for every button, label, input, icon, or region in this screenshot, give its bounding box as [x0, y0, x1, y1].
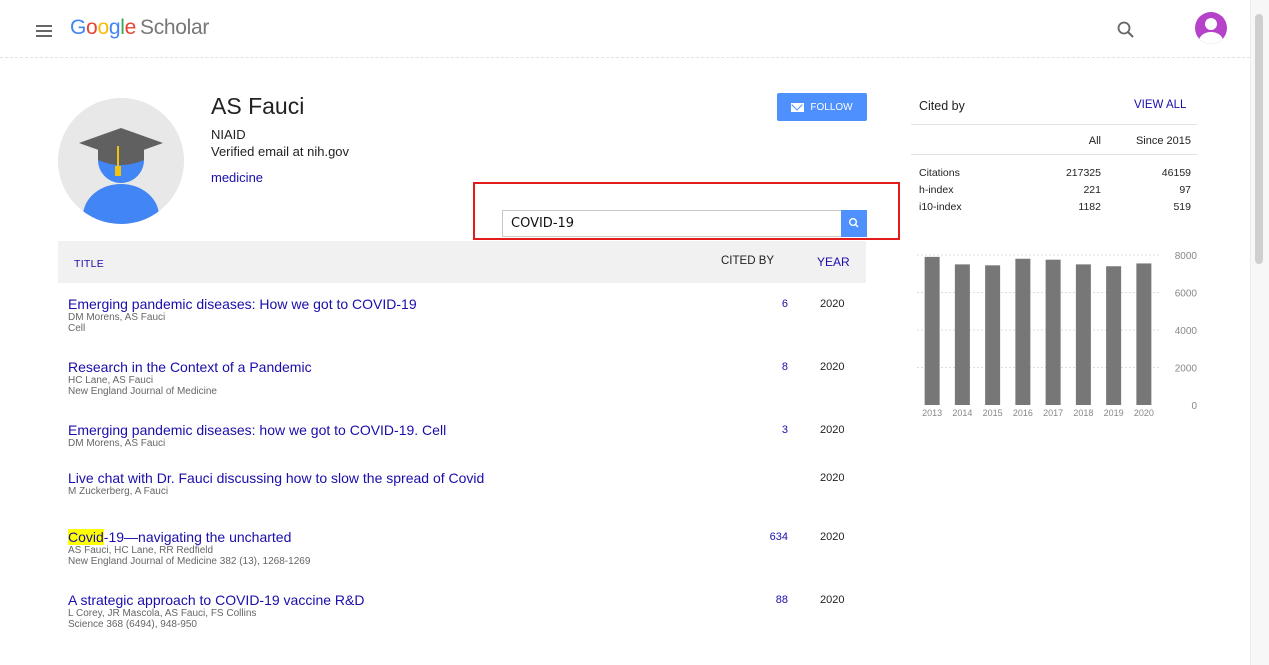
bar-2018[interactable] [1075, 264, 1091, 405]
x-tick-label: 2013 [922, 408, 942, 418]
view-all-link[interactable]: VIEW ALL [1134, 99, 1186, 111]
cited-count[interactable]: 88 [708, 594, 788, 606]
x-tick-label: 2014 [952, 408, 972, 418]
cited-count[interactable]: 634 [708, 531, 788, 543]
article-year: 2020 [820, 361, 845, 373]
article-year: 2020 [820, 298, 845, 310]
i10-index-row: i10-index 1182 519 [919, 201, 1191, 213]
column-since: Since 2015 [1135, 135, 1191, 147]
article-year: 2020 [820, 594, 845, 606]
bar-2020[interactable] [1136, 263, 1152, 405]
search-icon[interactable] [1116, 20, 1136, 40]
article-search-button[interactable] [841, 210, 867, 237]
profile-photo [58, 98, 184, 224]
interest-link[interactable]: medicine [211, 170, 263, 185]
x-tick-label: 2020 [1134, 408, 1154, 418]
x-tick-label: 2018 [1073, 408, 1093, 418]
cited-count[interactable]: 6 [708, 298, 788, 310]
article-title[interactable]: Live chat with Dr. Fauci discussing how … [68, 470, 868, 486]
y-tick-label: 2000 [1175, 364, 1198, 375]
bar-2019[interactable] [1106, 266, 1122, 405]
cited-count[interactable]: 3 [708, 424, 788, 436]
article-venue: New England Journal of Medicine [68, 386, 217, 397]
x-tick-label: 2016 [1013, 408, 1033, 418]
bar-2013[interactable] [924, 256, 940, 405]
article-venue: Science 368 (6494), 948-950 [68, 619, 197, 630]
sort-by-title[interactable]: TITLE [74, 258, 104, 270]
table-row: Covid-19—navigating the uncharted AS Fau… [68, 529, 868, 567]
table-row: Live chat with Dr. Fauci discussing how … [68, 470, 868, 497]
y-tick-label: 4000 [1175, 326, 1198, 337]
profile-email: Verified email at nih.gov [211, 144, 350, 159]
x-tick-label: 2015 [983, 408, 1003, 418]
scrollbar-thumb[interactable] [1255, 14, 1263, 264]
article-venue: New England Journal of Medicine 382 (13)… [68, 556, 311, 567]
table-row: A strategic approach to COVID-19 vaccine… [68, 592, 868, 630]
article-year: 2020 [820, 531, 845, 543]
y-tick-label: 0 [1191, 401, 1197, 412]
logo-scholar-text: Scholar [139, 16, 210, 39]
citations-bar-chart: 8000 6000 4000 2000 0 2013 2014 2015 2016 2017 201… [917, 251, 1198, 418]
article-authors: L Corey, JR Mascola, AS Fauci, FS Collin… [68, 608, 257, 619]
account-avatar[interactable] [1195, 12, 1227, 44]
y-tick-label: 8000 [1175, 251, 1198, 262]
sort-by-year[interactable]: YEAR [817, 255, 850, 269]
search-icon [848, 217, 859, 228]
profile-name: AS Fauci [211, 93, 305, 119]
article-authors: DM Morens, AS Fauci [68, 438, 166, 449]
article-year: 2020 [820, 424, 845, 436]
article-authors: M Zuckerberg, A Fauci [68, 486, 169, 497]
articles-table-header: TITLE CITED BY YEAR [58, 241, 866, 283]
y-tick-label: 6000 [1175, 289, 1198, 300]
h-index-row: h-index 221 97 [919, 184, 1191, 196]
bar-2015[interactable] [985, 265, 1001, 405]
article-venue: Cell [68, 323, 86, 334]
article-authors: DM Morens, AS Fauci [68, 312, 166, 323]
page-scrollbar[interactable] [1250, 0, 1269, 665]
sort-by-cited[interactable]: CITED BY [721, 255, 774, 267]
bar-2016[interactable] [1015, 258, 1031, 405]
article-authors: AS Fauci, HC Lane, RR Redfield [68, 545, 214, 556]
google-scholar-logo[interactable]: Google Scholar [70, 16, 209, 40]
search-match-highlight: Covid [68, 529, 104, 545]
top-bar: Google Scholar [0, 0, 1250, 58]
table-row: Research in the Context of a Pandemic HC… [68, 359, 868, 397]
graduate-avatar-icon [58, 98, 184, 224]
x-tick-label: 2019 [1104, 408, 1124, 418]
table-row: Emerging pandemic diseases: How we got t… [68, 296, 868, 334]
bar-2014[interactable] [954, 264, 970, 405]
mail-icon [791, 102, 805, 112]
cited-count[interactable]: 8 [708, 361, 788, 373]
follow-button[interactable]: FOLLOW [777, 93, 867, 121]
article-authors: HC Lane, AS Fauci [68, 375, 154, 386]
column-all: All [1088, 135, 1101, 147]
profile-affiliation: NIAID [211, 127, 246, 142]
cited-by-title: Cited by [919, 99, 965, 113]
x-tick-label: 2017 [1043, 408, 1063, 418]
article-search-input[interactable] [502, 210, 842, 237]
follow-label: FOLLOW [810, 101, 853, 113]
bar-2017[interactable] [1045, 259, 1061, 405]
citations-row: Citations 217325 46159 [919, 167, 1191, 179]
article-year: 2020 [820, 472, 845, 484]
menu-icon[interactable] [36, 25, 52, 37]
table-row: Emerging pandemic diseases: how we got t… [68, 422, 868, 449]
